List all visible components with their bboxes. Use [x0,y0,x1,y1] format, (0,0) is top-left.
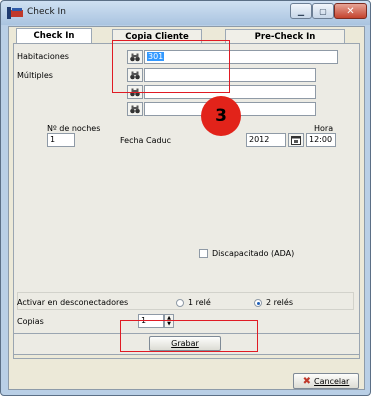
rele-2-radio[interactable] [254,299,262,307]
noches-label: Nº de noches [47,124,101,133]
x-icon: ✖ [302,375,312,387]
binoculars-icon [130,105,140,113]
fecha-caducidad-label: Fecha Caduc [120,136,172,145]
grabar-highlight [120,320,258,352]
cancelar-label: Cancelar [314,376,350,386]
rele-2-label: 2 relés [266,298,293,307]
habitaciones-label: Habitaciones [17,52,69,61]
maximize-icon: ▢ [319,6,327,16]
calendar-icon [291,136,301,145]
fecha-caducidad-field[interactable]: 2012 [246,133,286,147]
tab-pre-check-in[interactable]: Pre-Check In [225,29,345,43]
discapacitado-checkbox[interactable] [199,249,208,258]
title-bar[interactable]: Check In ▁ ▢ ✕ [1,1,370,25]
rele-1-radio[interactable] [176,299,184,307]
hora-field[interactable]: 12:00 [306,133,336,147]
discapacitado-label: Discapacitado (ADA) [212,249,295,258]
tab-check-in[interactable]: Check In [16,28,92,44]
cancelar-button[interactable]: ✖ Cancelar [293,373,359,389]
window-title: Check In [27,7,66,17]
close-button[interactable]: ✕ [334,3,367,19]
calendar-button[interactable] [288,133,304,147]
habitaciones-highlight [112,40,230,93]
multiples-search-button-3[interactable] [127,102,143,116]
close-icon: ✕ [346,5,355,17]
hora-label: Hora [314,124,334,133]
rele-1-label: 1 relé [188,298,211,307]
maximize-button[interactable]: ▢ [312,3,334,19]
radio-dot [256,301,260,305]
step-badge: 3 [201,96,241,136]
noches-field[interactable]: 1 [47,133,75,147]
multiples-label: Múltiples [17,71,53,80]
minimize-button[interactable]: ▁ [290,3,312,19]
hotel-icon [7,7,23,19]
minimize-icon: ▁ [297,6,305,16]
activar-desconectadores-label: Activar en desconectadores [17,298,129,307]
copias-label: Copias [17,317,44,326]
